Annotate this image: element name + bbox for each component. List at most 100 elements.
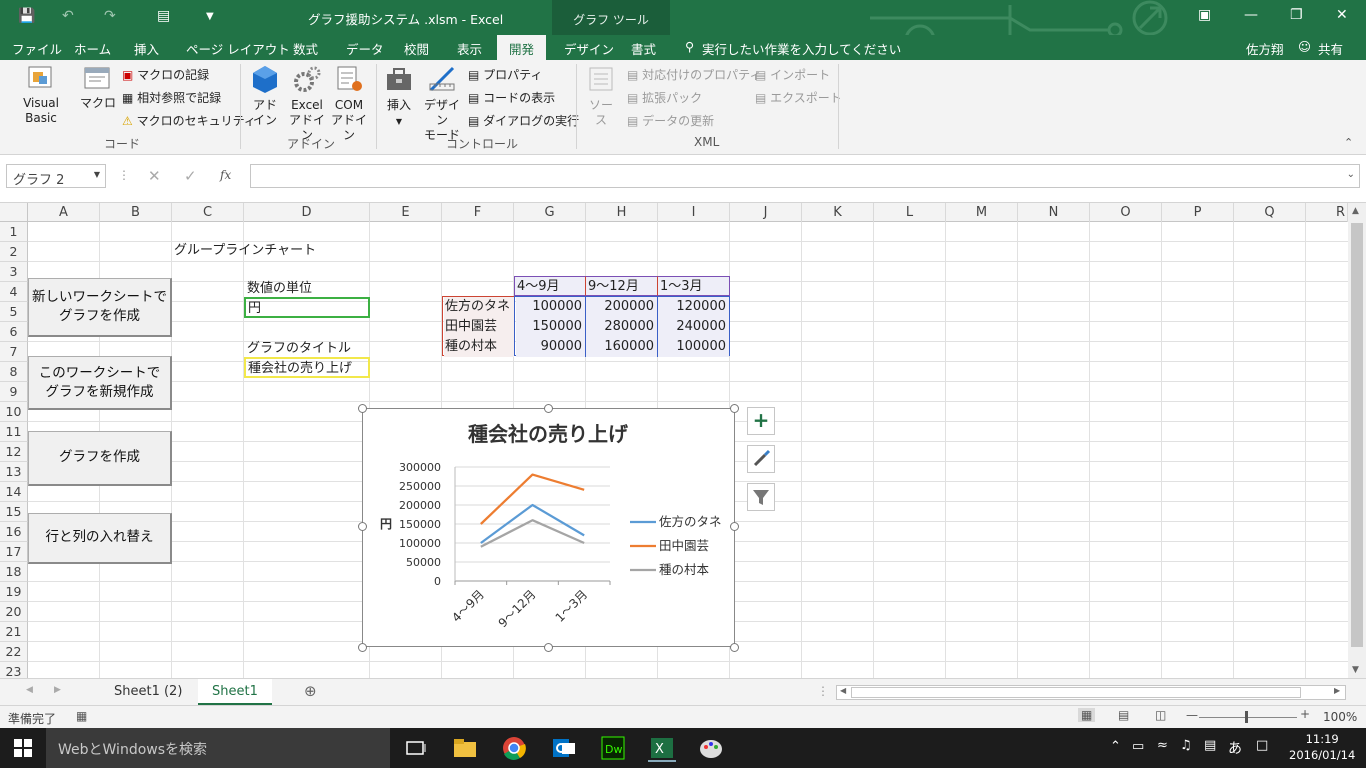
page-layout-view-icon[interactable]: ▤	[1118, 708, 1129, 722]
tab-view[interactable]: 表示	[457, 39, 482, 58]
resize-handle[interactable]	[544, 404, 553, 413]
column-header[interactable]: G	[514, 203, 586, 222]
share-button[interactable]: 共有	[1318, 39, 1343, 58]
undo-icon[interactable]: ↶	[62, 8, 74, 24]
row-header[interactable]: 11	[0, 422, 28, 442]
outlook-icon[interactable]	[550, 734, 578, 762]
row-header[interactable]: 7	[0, 342, 28, 362]
table-row-label[interactable]: 種の村本	[444, 337, 514, 357]
resize-handle[interactable]	[544, 643, 553, 652]
row-header[interactable]: 1	[0, 222, 28, 242]
column-header[interactable]: H	[586, 203, 658, 222]
import-button[interactable]: ▤ インポート	[755, 66, 830, 83]
xml-source-button[interactable]: ソース	[584, 64, 618, 128]
properties-button[interactable]: ▤ プロパティ	[468, 66, 542, 83]
zoom-in-icon[interactable]: +	[1300, 707, 1310, 721]
chart-styles-brush-icon[interactable]	[747, 445, 775, 473]
sheet-tab-active[interactable]: Sheet1	[198, 679, 272, 705]
vertical-scrollbar[interactable]: ▲ ▼	[1348, 203, 1366, 678]
macro-security-button[interactable]: ⚠ マクロのセキュリティ	[122, 112, 256, 129]
column-header[interactable]: C	[172, 203, 244, 222]
tab-file[interactable]: ファイル	[12, 39, 62, 58]
taskbar-clock[interactable]: 11:19 2016/01/14	[1289, 731, 1355, 763]
macro-record-status-icon[interactable]: ▦	[76, 709, 87, 723]
table-row-label[interactable]: 田中園芸	[444, 317, 514, 337]
column-header[interactable]: M	[946, 203, 1018, 222]
column-header[interactable]: Q	[1234, 203, 1306, 222]
row-header[interactable]: 12	[0, 442, 28, 462]
scroll-up-icon[interactable]: ▲	[1352, 206, 1359, 216]
user-name[interactable]: 佐方翔	[1246, 39, 1284, 58]
touch-mode-icon[interactable]: ▤	[157, 8, 170, 24]
column-header[interactable]: B	[100, 203, 172, 222]
volume-icon[interactable]: ♫	[1180, 738, 1192, 753]
customize-qat-icon[interactable]: ▼	[206, 11, 214, 22]
row-header[interactable]: 10	[0, 402, 28, 422]
resize-handle[interactable]	[730, 643, 739, 652]
tab-developer[interactable]: 開発	[497, 35, 547, 60]
map-properties-button[interactable]: ▤ 対応付けのプロパティ	[627, 66, 761, 83]
restore-icon[interactable]: ❐	[1290, 7, 1303, 23]
column-header[interactable]: D	[244, 203, 370, 222]
sheet-tab[interactable]: Sheet1 (2)	[100, 679, 196, 705]
enter-icon[interactable]: ✓	[184, 167, 197, 185]
ime-pad-icon[interactable]: □	[1256, 738, 1268, 753]
export-button[interactable]: ▤ エクスポート	[755, 89, 842, 106]
task-view-icon[interactable]	[402, 734, 430, 762]
ime-mode[interactable]: あ	[1228, 738, 1242, 758]
relative-reference-button[interactable]: ▦ 相対参照で記録	[122, 89, 221, 106]
zoom-out-icon[interactable]: —	[1186, 708, 1198, 722]
run-dialog-button[interactable]: ▤ ダイアログの実行	[468, 112, 579, 129]
normal-view-icon[interactable]: ▦	[1078, 708, 1096, 722]
visual-basic-button[interactable]: Visual Basic	[6, 64, 76, 126]
formula-input[interactable]: ⌄	[250, 164, 1360, 188]
create-graph-button[interactable]: グラフを作成	[28, 431, 172, 486]
row-header[interactable]: 9	[0, 382, 28, 402]
zoom-slider-thumb[interactable]	[1245, 711, 1248, 723]
ribbon-display-options-icon[interactable]: ▣	[1198, 7, 1211, 23]
view-code-button[interactable]: ▤ コードの表示	[468, 89, 555, 106]
row-header[interactable]: 2	[0, 242, 28, 262]
cell-d5[interactable]: 円	[244, 297, 370, 318]
tab-split-icon[interactable]: ⋮	[817, 684, 829, 698]
resize-handle[interactable]	[358, 404, 367, 413]
create-graph-new-sheet-button[interactable]: 新しいワークシートで グラフを作成	[28, 278, 172, 337]
column-header[interactable]: P	[1162, 203, 1234, 222]
new-sheet-icon[interactable]: ⊕	[304, 682, 317, 700]
wifi-icon[interactable]: ≈	[1157, 738, 1168, 753]
minimize-icon[interactable]: —	[1244, 7, 1258, 23]
column-header[interactable]: J	[730, 203, 802, 222]
row-header[interactable]: 20	[0, 602, 28, 622]
row-header[interactable]: 13	[0, 462, 28, 482]
table-cell[interactable]: 200000	[586, 297, 658, 317]
row-header[interactable]: 3	[0, 262, 28, 282]
row-header[interactable]: 15	[0, 502, 28, 522]
table-cell[interactable]: 280000	[586, 317, 658, 337]
com-addins-button[interactable]: COM アドイン	[328, 64, 370, 143]
tab-formulas[interactable]: 数式	[293, 39, 318, 58]
scroll-thumb[interactable]	[1351, 223, 1363, 647]
create-graph-this-sheet-button[interactable]: このワークシートで グラフを新規作成	[28, 356, 172, 410]
resize-handle[interactable]	[730, 522, 739, 531]
show-hidden-icons[interactable]: ⌃	[1110, 739, 1121, 754]
zoom-slider[interactable]	[1199, 717, 1297, 718]
tell-me-box[interactable]: 実行したい作業を入力してください	[702, 39, 901, 58]
dreamweaver-icon[interactable]: Dw	[599, 734, 627, 762]
select-all-button[interactable]	[0, 203, 28, 222]
row-header[interactable]: 4	[0, 282, 28, 302]
table-cell[interactable]: 90000	[516, 337, 586, 357]
table-row-label[interactable]: 佐方のタネ	[444, 297, 514, 317]
line-chart[interactable]: 種会社の売り上げ円 300000 250000 200000 150000 100000 5…	[362, 408, 735, 647]
hscroll-thumb[interactable]	[851, 687, 1301, 698]
excel-taskbar-icon[interactable]: X	[648, 734, 676, 762]
table-cell[interactable]: 100000	[658, 337, 729, 357]
column-header[interactable]: R	[1306, 203, 1348, 222]
scroll-down-icon[interactable]: ▼	[1352, 665, 1359, 675]
row-header[interactable]: 16	[0, 522, 28, 542]
tab-home[interactable]: ホーム	[74, 39, 111, 58]
save-icon[interactable]: 💾	[18, 8, 35, 24]
column-header[interactable]: E	[370, 203, 442, 222]
table-header[interactable]: 4～9月	[514, 276, 586, 296]
tab-review[interactable]: 校閲	[404, 39, 429, 58]
horizontal-scrollbar[interactable]: ◀ ▶	[836, 685, 1346, 700]
